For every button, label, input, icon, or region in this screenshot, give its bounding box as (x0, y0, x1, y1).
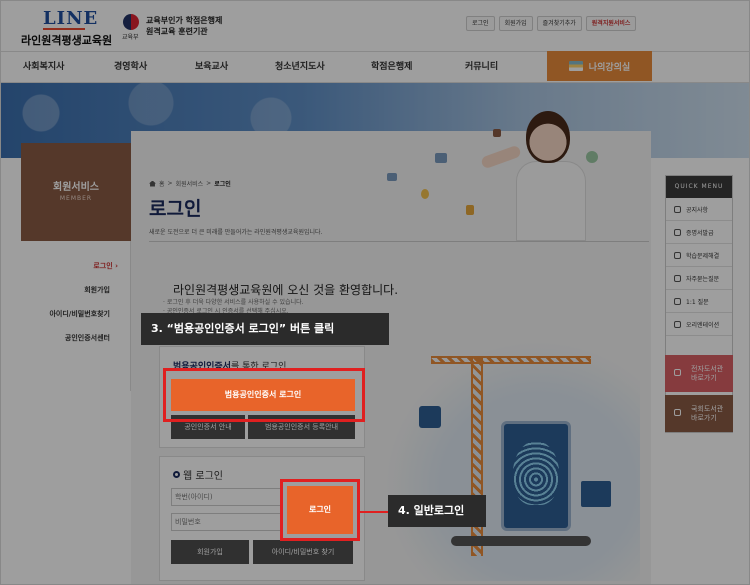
quick-item-orientation[interactable]: 오리엔테이션 (666, 313, 732, 336)
national-library-sub: 바로가기 (691, 414, 717, 422)
welcome-message: 라인원격평생교육원에 오신 것을 환영합니다. (173, 283, 399, 297)
sidebar-menu: 로그인 › 회원가입 아이디/비밀번호찾기 공인인증서센터 (21, 241, 131, 391)
title-divider (149, 241, 649, 242)
quick-item-label: 공지사항 (686, 206, 709, 214)
books-icon (568, 61, 583, 71)
login-note: · 로그인 후 더욱 다양한 서비스를 사용하실 수 있습니다. (163, 299, 304, 306)
site-header: LINE 라인원격평생교육원 교육부 교육부인가 학점은행제 원격교육 훈련기관… (1, 1, 749, 51)
accreditation-line-1: 교육부인가 학점은행제 (146, 16, 223, 25)
password-input[interactable] (171, 513, 281, 531)
sidebar-item-login[interactable]: 로그인 › (93, 261, 118, 271)
microphone-icon (674, 205, 681, 213)
join-link[interactable]: 회원가입 (498, 16, 533, 31)
board-icon (435, 153, 447, 163)
play-icon (674, 320, 681, 328)
my-classroom-button[interactable]: 나의강의실 (547, 51, 652, 81)
page-title: 로그인 (149, 198, 202, 220)
quick-item-label: 증명서발급 (686, 229, 714, 237)
lightbulb-icon (421, 189, 429, 199)
model-head (526, 111, 570, 163)
library-icon (674, 409, 681, 416)
logo-mark[interactable]: LINE (43, 8, 98, 29)
nav-childcare[interactable]: 보육교사 (195, 52, 228, 82)
bookmark-link[interactable]: 즐겨찾기추가 (536, 16, 582, 31)
monitor-icon (581, 481, 611, 507)
page-description: 새로운 도전으로 더 큰 미래를 만들어가는 라인원격평생교육원입니다. (149, 229, 323, 236)
quick-menu-title: QUICK MENU (666, 176, 732, 198)
utility-links: 로그인 회원가입 즐겨찾기추가 원격지원서비스 (466, 16, 637, 31)
quick-item-label: 학습문제해결 (686, 252, 720, 260)
book-icon (674, 369, 681, 376)
page: LINE 라인원격평생교육원 교육부 교육부인가 학점은행제 원격교육 훈련기관… (0, 0, 750, 585)
sidebar-item-join[interactable]: 회원가입 (84, 285, 110, 295)
sidebar-item-cert-center[interactable]: 공인인증서센터 (65, 333, 110, 343)
nav-social-worker[interactable]: 사회복지사 (23, 52, 64, 82)
nav-youth-instructor[interactable]: 청소년지도사 (275, 52, 325, 82)
nav-community[interactable]: 커뮤니티 (465, 52, 498, 82)
breadcrumb-separator: > (206, 180, 212, 187)
sidebar-subtitle: MEMBER (59, 195, 93, 202)
step-4-callout: 4. 일반로그인 (388, 495, 486, 527)
login-link[interactable]: 로그인 (466, 16, 495, 31)
fingerprint-icon (513, 441, 559, 505)
document-icon (674, 228, 681, 236)
web-login-highlight (280, 479, 360, 541)
trophy-icon (466, 205, 474, 215)
national-library-label: 국회도서관 (691, 405, 724, 413)
e-library-label: 전자도서관 (691, 365, 724, 373)
step-4-connector (360, 511, 388, 513)
lightbulb-icon (674, 251, 681, 259)
e-library-sub: 바로가기 (691, 374, 717, 382)
sidebar-item-label: 로그인 (93, 262, 113, 270)
sidebar-header: 회원서비스 MEMBER (21, 143, 131, 241)
quick-item-notice[interactable]: 공지사항 (666, 198, 732, 221)
padlock-icon (419, 406, 441, 428)
globe-icon (173, 471, 180, 478)
home-icon[interactable] (149, 180, 156, 187)
graduation-cap-icon (586, 151, 598, 163)
quick-item-label: 자주묻는질문 (686, 275, 720, 283)
quick-item-certificate[interactable]: 증명서발급 (666, 221, 732, 244)
nav-business[interactable]: 경영학사 (114, 52, 147, 82)
quick-item-one-to-one[interactable]: 1:1 질문 (666, 290, 732, 313)
web-login-title-text: 웹 로그인 (183, 471, 223, 482)
certificate-login-highlight (163, 368, 365, 422)
breadcrumb: 홈 > 회원서비스 > 로그인 (149, 179, 231, 188)
join-button[interactable]: 회원가입 (171, 540, 249, 564)
find-account-button[interactable]: 아이디/비밀번호 찾기 (253, 540, 353, 564)
model-figure (516, 161, 586, 241)
step-3-callout: 3. “범용공인인증서 로그인” 버튼 클릭 (141, 313, 389, 345)
quick-item-faq[interactable]: 자주묻는질문 (666, 267, 732, 290)
logo-name[interactable]: 라인원격평생교육원 (21, 32, 112, 48)
pencil-icon (493, 129, 501, 137)
breadcrumb-current: 로그인 (214, 181, 231, 188)
quick-item-troubleshoot[interactable]: 학습문제해결 (666, 244, 732, 267)
breadcrumb-separator: > (167, 180, 173, 187)
chat-bubble-icon (674, 297, 681, 305)
nav-credit-bank[interactable]: 학점은행제 (371, 52, 412, 82)
breadcrumb-home[interactable]: 홈 (159, 179, 165, 188)
government-label: 교육부 (122, 34, 139, 41)
quick-item-label: 오리엔테이션 (686, 321, 720, 329)
user-id-input[interactable] (171, 488, 281, 506)
question-icon (674, 274, 681, 282)
government-emblem-icon (123, 14, 139, 30)
sidebar-item-find-account[interactable]: 아이디/비밀번호찾기 (49, 309, 110, 319)
conveyor-belt-graphic (451, 536, 591, 546)
crane-arm-graphic (431, 356, 591, 364)
government-accreditation: 교육부인가 학점은행제 원격교육 훈련기관 (146, 15, 222, 37)
breadcrumb-member-service[interactable]: 회원서비스 (176, 179, 204, 188)
sidebar-title: 회원서비스 (53, 182, 99, 193)
national-library-link[interactable]: 국회도서관 바로가기 (665, 395, 733, 432)
quick-item-label: 1:1 질문 (686, 298, 709, 306)
my-classroom-label: 나의강의실 (588, 62, 631, 73)
book-icon (387, 173, 397, 181)
web-login-title: 웹 로그인 (173, 467, 223, 482)
remote-support-link[interactable]: 원격지원서비스 (585, 16, 637, 31)
e-library-link[interactable]: 전자도서관 바로가기 (665, 355, 733, 392)
accreditation-line-2: 원격교육 훈련기관 (146, 27, 208, 36)
logo-underline (43, 28, 85, 30)
